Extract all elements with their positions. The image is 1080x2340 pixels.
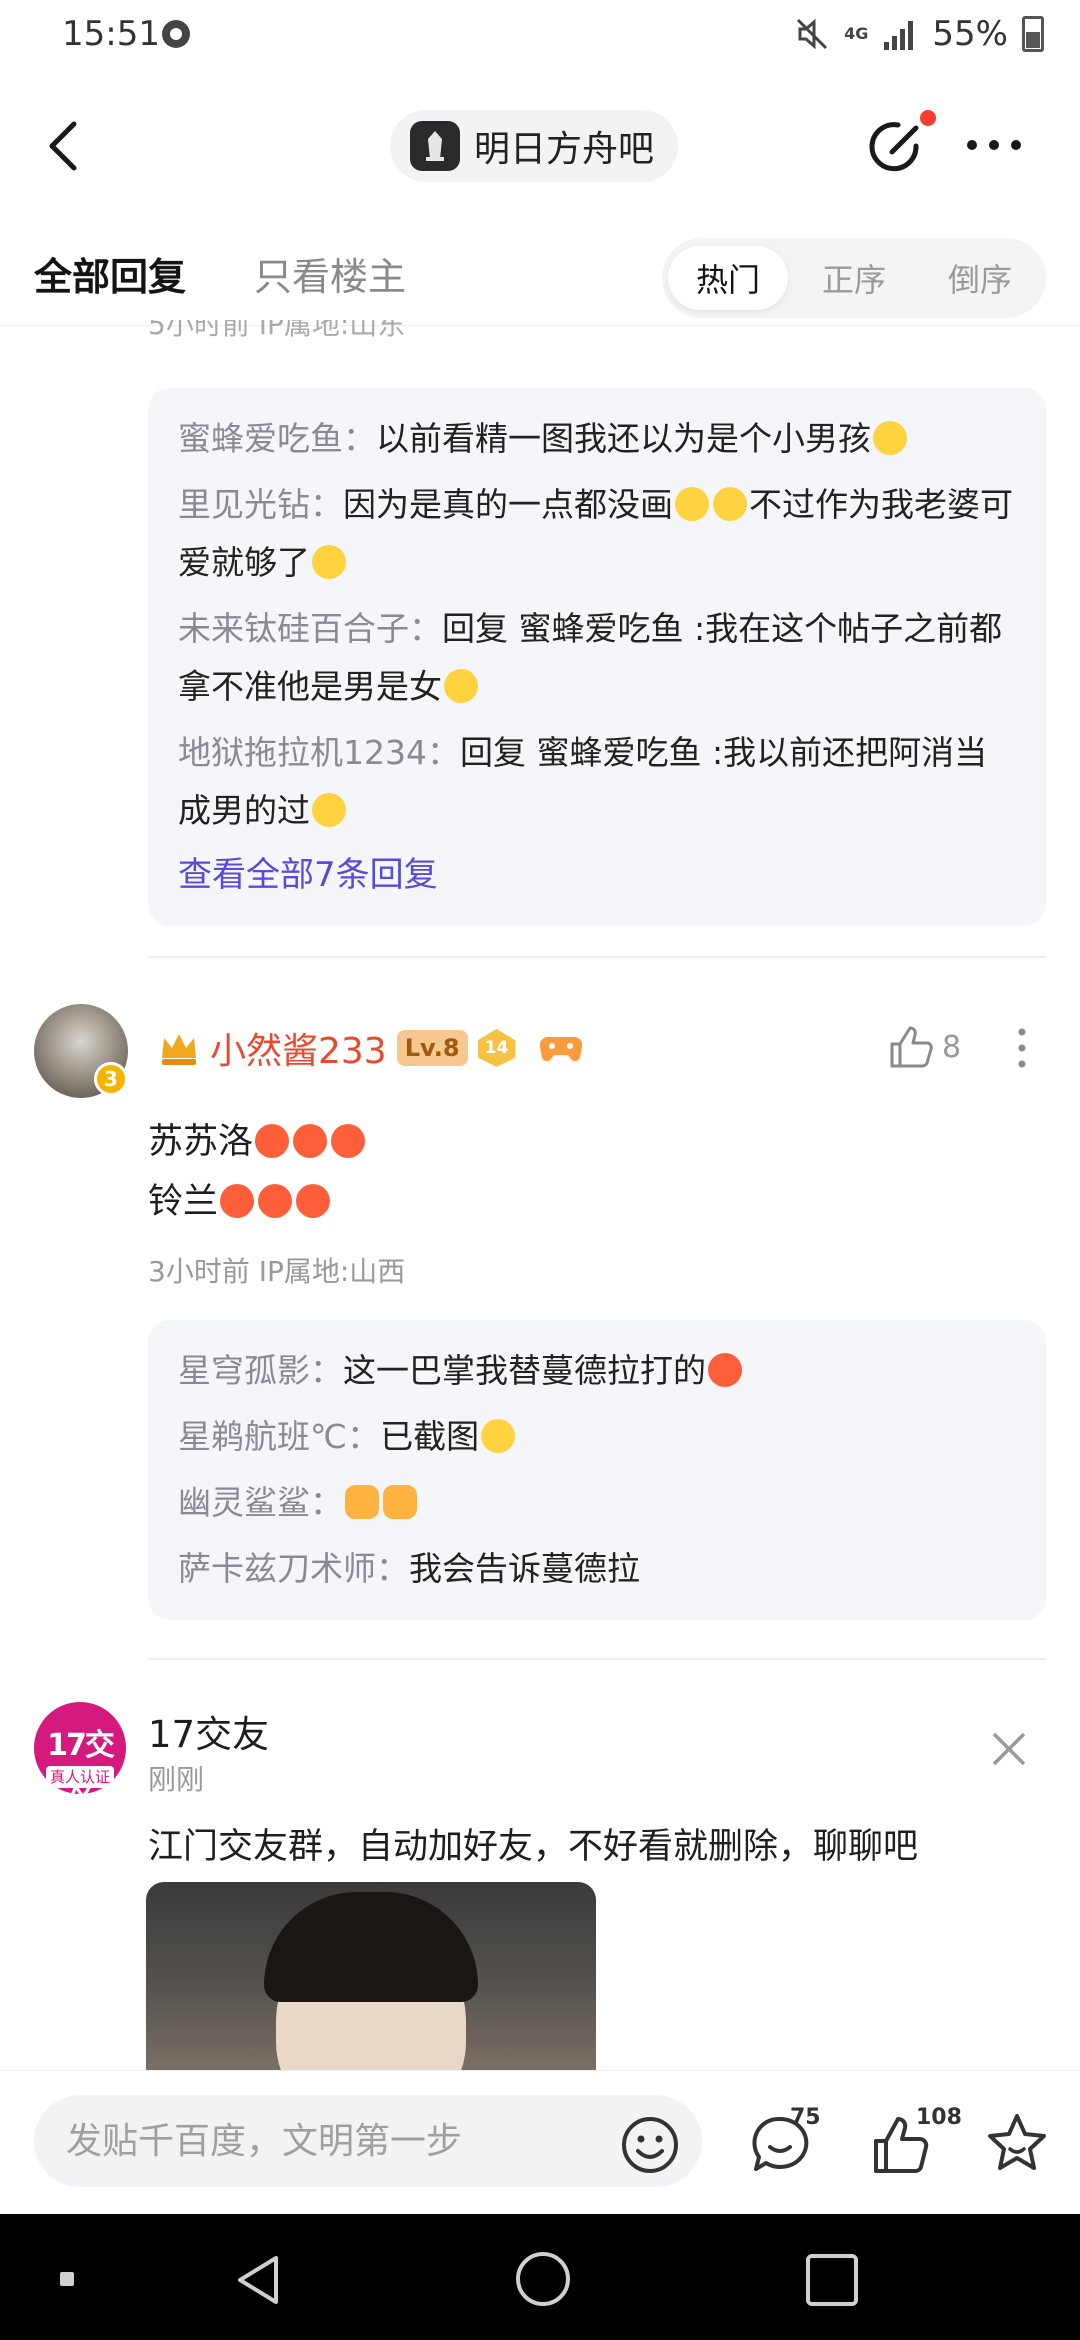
emoji-icon	[258, 1184, 293, 1218]
emoji-picker-icon[interactable]	[620, 2115, 680, 2175]
emoji-icon	[345, 1485, 379, 1519]
sub-reply-text: 以前看精一图我还以为是个小男孩	[376, 419, 871, 458]
member-badge: 14	[477, 1029, 516, 1067]
status-time: 15:51	[62, 14, 160, 54]
emoji-icon	[296, 1184, 331, 1218]
sub-reply-box[interactable]: 星穹孤影：这一巴掌我替蔓德拉打的 星鹈航班℃：已截图 幽灵鲨鲨： 萨卡兹刀术师：…	[148, 1320, 1046, 1620]
sub-reply-box[interactable]: 蜜蜂爱吃鱼：以前看精一图我还以为是个小男孩 里见光钻：因为是真的一点都没画 不过作…	[148, 388, 1046, 926]
nav-indicator	[60, 2272, 74, 2286]
sort-toggle: 热门 正序 倒序	[662, 238, 1046, 318]
previous-post-meta: 5小时前 IP属地:山东	[148, 320, 406, 341]
nav-home-icon[interactable]	[516, 2252, 570, 2306]
like-total-count: 108	[916, 2105, 962, 2130]
username[interactable]: 小然酱233	[210, 1022, 387, 1074]
emoji-icon	[312, 545, 346, 579]
emoji-icon	[675, 487, 709, 521]
crown-icon	[162, 1034, 196, 1065]
emoji-icon	[255, 1124, 290, 1158]
sort-ascending[interactable]: 正序	[794, 246, 914, 310]
sub-reply-user[interactable]: 星鹈航班℃	[178, 1417, 347, 1456]
status-bar: 15:51 4G 55%	[0, 0, 1080, 70]
sort-descending[interactable]: 倒序	[920, 246, 1040, 310]
sub-reply-text: 我会告诉蔓德拉	[409, 1549, 640, 1588]
emoji-icon	[331, 1124, 366, 1158]
sub-reply: 萨卡兹刀术师：我会告诉蔓德拉	[178, 1549, 640, 1588]
sub-reply-text: 因为是真的一点都没画	[343, 485, 673, 524]
close-icon[interactable]	[990, 1730, 1028, 1768]
more-icon[interactable]	[964, 138, 1024, 152]
forum-name: 明日方舟吧	[474, 129, 655, 170]
sub-reply: 蜜蜂爱吃鱼：以前看精一图我还以为是个小男孩	[178, 410, 1016, 468]
network-type: 4G	[844, 24, 869, 43]
reply-input[interactable]	[34, 2095, 702, 2187]
sub-reply-user[interactable]: 萨卡兹刀术师	[178, 1549, 376, 1588]
tab-all-replies[interactable]: 全部回复	[34, 246, 186, 301]
star-icon[interactable]	[984, 2111, 1050, 2177]
mute-icon	[797, 18, 828, 50]
sub-reply-text: 已截图	[380, 1417, 480, 1456]
sub-reply: 幽灵鲨鲨：	[178, 1474, 1016, 1532]
sub-reply-user[interactable]: 星穹孤影	[178, 1351, 310, 1390]
like-count: 8	[942, 1030, 962, 1065]
view-all-replies-link[interactable]: 查看全部7条回复	[178, 846, 1016, 904]
emoji-icon	[293, 1124, 328, 1158]
avatar-level-badge: 3	[94, 1062, 128, 1096]
tab-op-only[interactable]: 只看楼主	[254, 246, 406, 301]
back-icon[interactable]	[44, 118, 84, 174]
level-badge: Lv.8	[396, 1030, 468, 1066]
reply-tabs: 全部回复 只看楼主 热门 正序 倒序	[0, 232, 1080, 326]
emoji-icon	[383, 1485, 417, 1519]
emoji-icon	[481, 1419, 516, 1453]
comment-count: 75	[790, 2105, 821, 2130]
ad-name[interactable]: 17交友	[148, 1704, 269, 1758]
signal-icon	[884, 21, 914, 50]
divider	[148, 956, 1046, 958]
sub-reply-user[interactable]: 未来钛硅百合子	[178, 609, 409, 648]
gamepad-icon	[539, 1036, 582, 1062]
sub-reply: 星鹈航班℃：已截图	[178, 1408, 1016, 1466]
ad-time: 刚刚	[148, 1763, 205, 1796]
emoji-icon	[220, 1184, 255, 1218]
divider	[148, 1658, 1046, 1660]
kebab-menu-icon[interactable]	[1012, 1026, 1032, 1070]
sub-reply-user[interactable]: 幽灵鲨鲨	[178, 1483, 310, 1522]
like-icon[interactable]	[888, 1024, 934, 1070]
sub-reply-text: 这一巴掌我替蔓德拉打的	[343, 1351, 706, 1390]
status-indicators: 4G 55%	[794, 14, 1044, 54]
ad-avatar-verified: 真人认证	[46, 1766, 114, 1788]
nav-recent-apps-icon[interactable]	[806, 2254, 858, 2306]
post-meta: 3小时前 IP属地:山西	[148, 1255, 406, 1288]
forum-logo-icon	[410, 121, 460, 171]
notification-icon	[162, 20, 190, 48]
sub-reply-user[interactable]: 里见光钻	[178, 485, 310, 524]
user-info: 小然酱233 Lv.8 14	[158, 1022, 582, 1074]
nav-back-icon[interactable]	[232, 2252, 284, 2308]
emoji-icon	[708, 1353, 742, 1387]
emoji-icon	[444, 669, 478, 703]
sub-reply: 未来钛硅百合子：回复 蜜蜂爱吃鱼 :我在这个帖子之前都拿不准他是男是女	[178, 609, 1003, 706]
ad-avatar[interactable]: 17交友 真人认证	[34, 1702, 126, 1794]
post-line: 铃兰	[148, 1172, 367, 1232]
forum-title-pill[interactable]: 明日方舟吧	[390, 110, 679, 182]
ad-text[interactable]: 江门交友群，自动加好友，不好看就删除，聊聊吧	[148, 1818, 918, 1869]
emoji-icon	[312, 793, 346, 827]
sub-reply-user[interactable]: 蜜蜂爱吃鱼	[178, 419, 343, 458]
edit-notification-dot	[920, 110, 936, 126]
sub-reply: 星穹孤影：这一巴掌我替蔓德拉打的	[178, 1342, 1016, 1400]
emoji-icon	[873, 421, 907, 455]
post-content: 苏苏洛 铃兰	[148, 1112, 367, 1232]
battery-icon	[1022, 16, 1044, 52]
sort-hot[interactable]: 热门	[668, 246, 788, 310]
ad-image[interactable]	[146, 1882, 596, 2070]
reply-input-bar: 75 108	[0, 2070, 1080, 2214]
system-nav-bar	[0, 2214, 1080, 2340]
sub-reply: 地狱拖拉机1234：回复 蜜蜂爱吃鱼 :我以前还把阿消当成男的过	[178, 733, 988, 830]
title-bar: 明日方舟吧	[0, 90, 1080, 200]
sub-reply: 里见光钻：因为是真的一点都没画 不过作为我老婆可爱就够了	[178, 485, 1013, 582]
battery-percent: 55%	[932, 14, 1008, 54]
post-line: 苏苏洛	[148, 1112, 367, 1172]
sub-reply-user[interactable]: 地狱拖拉机1234	[178, 733, 427, 772]
emoji-icon	[713, 487, 747, 521]
edit-icon[interactable]	[866, 116, 928, 178]
